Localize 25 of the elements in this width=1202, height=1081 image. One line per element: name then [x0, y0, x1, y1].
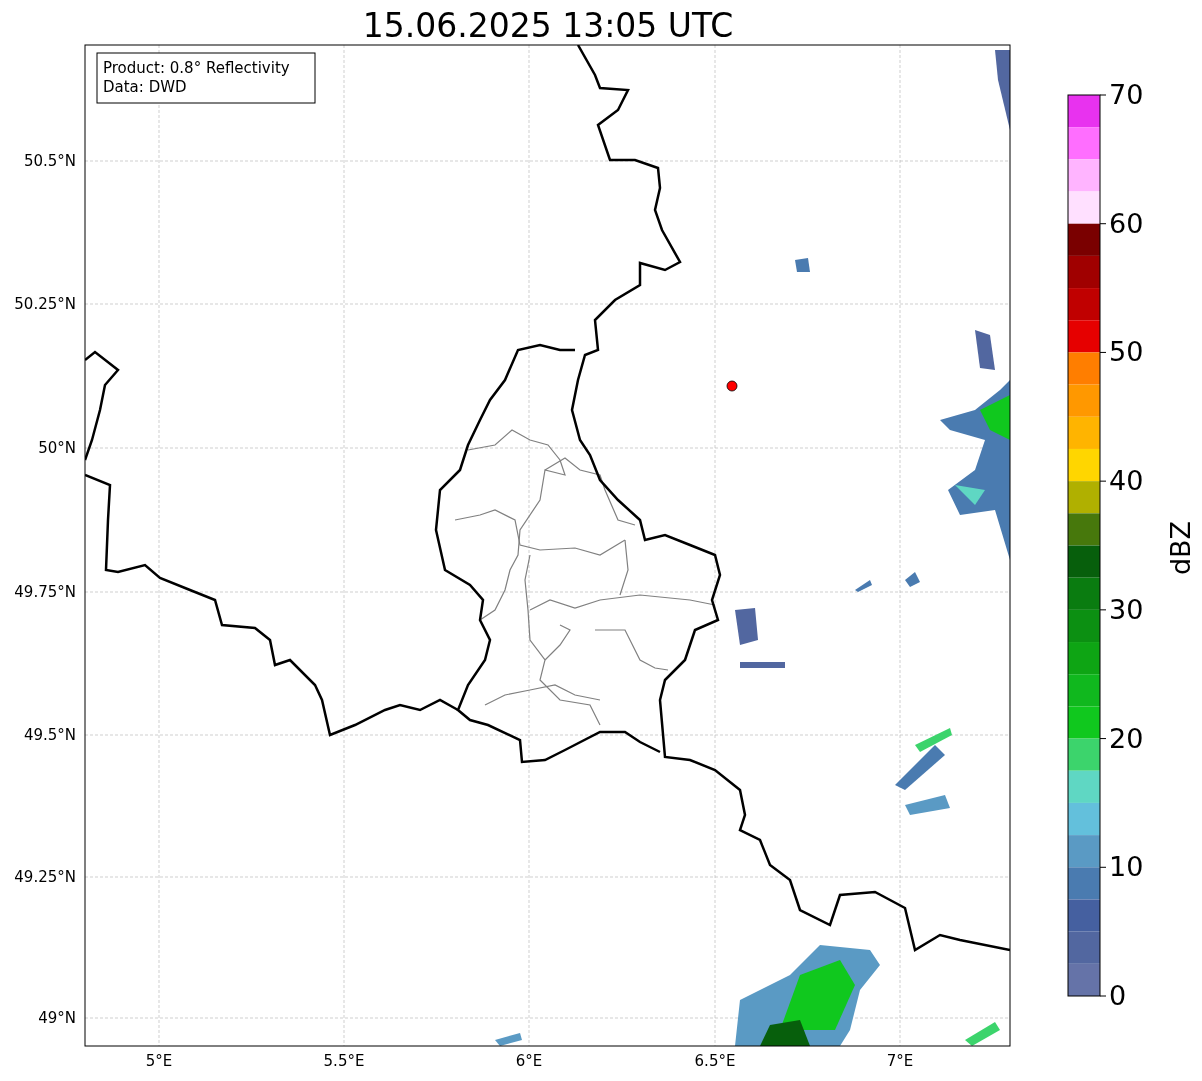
- legend-text: Product: 0.8° Reflectivity: [103, 59, 290, 77]
- latitude-label: 49°N: [38, 1009, 76, 1027]
- colorbar-tick-label: 20: [1109, 722, 1144, 754]
- longitude-label: 6°E: [515, 1052, 543, 1070]
- legend-text: Data: DWD: [103, 78, 187, 96]
- location-marker: [726, 380, 738, 392]
- latitude-label: 50°N: [38, 439, 76, 457]
- colorbar-tick-label: 50: [1109, 336, 1144, 368]
- latitude-label: 49.25°N: [14, 868, 76, 886]
- latitude-label: 50.5°N: [23, 152, 76, 170]
- longitude-label: 6.5°E: [694, 1052, 736, 1070]
- colorbar-label: dBZ: [1165, 520, 1196, 576]
- latitude-label: 49.75°N: [14, 583, 76, 601]
- latitude-label: 49.5°N: [23, 726, 76, 744]
- colorbar-tick-label: 70: [1109, 79, 1144, 110]
- longitude-label: 7°E: [886, 1052, 914, 1070]
- colorbar-tick-label: 40: [1109, 465, 1144, 497]
- colorbar-tick-label: 0: [1109, 980, 1127, 1011]
- chart-title: 15.06.2025 13:05 UTC: [362, 6, 734, 45]
- longitude-label: 5.5°E: [323, 1052, 365, 1070]
- colorbar-tick-label: 10: [1109, 851, 1144, 883]
- latitude-label: 50.25°N: [14, 295, 76, 313]
- colorbar-tick-label: 60: [1109, 207, 1144, 239]
- colorbar-tick-label: 30: [1109, 593, 1144, 625]
- longitude-label: 5°E: [145, 1052, 173, 1070]
